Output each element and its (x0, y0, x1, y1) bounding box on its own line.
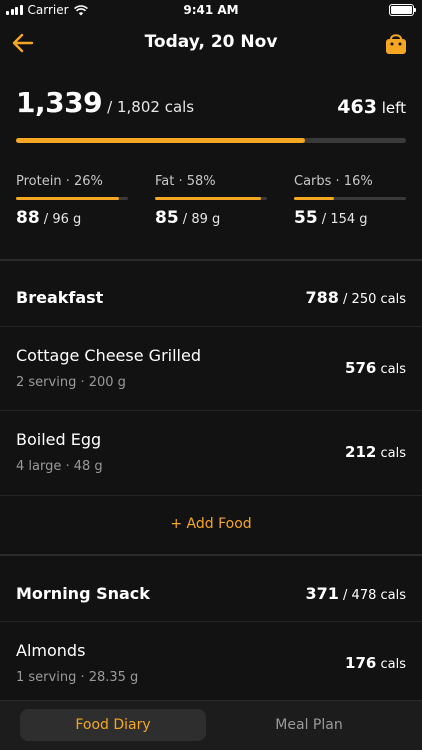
macro-progress-bar (294, 197, 406, 200)
macro-progress-fill (155, 197, 262, 200)
meal-header-morning-snack[interactable]: Morning Snack 371 / 478 cals (0, 570, 422, 622)
basket-icon[interactable] (384, 30, 408, 56)
status-time: 9:41 AM (183, 3, 239, 17)
macros-row: Protein · 26% 88 / 96 g Fat · 58% 85 / 8… (16, 174, 406, 228)
food-detail: 4 large · 48 g (16, 459, 103, 474)
tab-meal-plan[interactable]: Meal Plan (216, 709, 402, 741)
macro-label: Protein · 26% (16, 174, 103, 189)
calories-remaining-label: left (376, 99, 406, 117)
food-name: Boiled Egg (16, 430, 102, 449)
food-calories: 176 cals (345, 654, 406, 672)
macro-fat: Fat · 58% 85 / 89 g (155, 174, 267, 228)
calorie-summary: 1,339 / 1,802 cals 463 left (16, 86, 406, 119)
macro-progress-fill (294, 197, 335, 200)
food-detail: 2 serving · 200 g (16, 375, 126, 390)
macro-protein: Protein · 26% 88 / 96 g (16, 174, 128, 228)
add-food-button[interactable]: + Add Food (0, 495, 422, 553)
food-name: Cottage Cheese Grilled (16, 346, 201, 365)
food-row[interactable]: Boiled Egg 4 large · 48 g 212 cals (0, 410, 422, 494)
meal-calories: 371 / 478 cals (305, 584, 407, 603)
macro-progress-bar (155, 197, 267, 200)
macro-carbs: Carbs · 16% 55 / 154 g (294, 174, 406, 228)
macro-label: Fat · 58% (155, 174, 216, 189)
calories-remaining: 463 left (337, 96, 406, 118)
calories-goal: / 1,802 cals (107, 98, 195, 116)
food-row[interactable]: Cottage Cheese Grilled 2 serving · 200 g… (0, 326, 422, 410)
calories-remaining-value: 463 (337, 96, 377, 118)
food-name: Almonds (16, 641, 86, 660)
meal-calories: 788 / 250 cals (305, 288, 407, 307)
food-calories: 212 cals (345, 443, 406, 461)
meal-name: Breakfast (16, 288, 104, 307)
meal-name: Morning Snack (16, 584, 150, 603)
calorie-progress-bar (16, 138, 406, 143)
calories-consumed: 1,339 (16, 86, 103, 119)
macro-progress-bar (16, 197, 128, 200)
macro-amount: 85 / 89 g (155, 208, 221, 228)
header: Today, 20 Nov (0, 24, 422, 64)
calorie-progress-fill (16, 138, 305, 143)
food-detail: 1 serving · 28.35 g (16, 670, 139, 685)
macro-label: Carbs · 16% (294, 174, 373, 189)
macro-progress-fill (16, 197, 120, 200)
meal-header-breakfast[interactable]: Breakfast 788 / 250 cals (0, 274, 422, 326)
section-divider (0, 259, 422, 261)
battery-icon (389, 4, 416, 16)
tab-food-diary[interactable]: Food Diary (20, 709, 206, 741)
section-divider (0, 554, 422, 556)
food-calories: 576 cals (345, 359, 406, 377)
page-title: Today, 20 Nov (144, 32, 278, 52)
macro-amount: 55 / 154 g (294, 208, 368, 228)
bottom-tab-bar: Food Diary Meal Plan (0, 700, 422, 750)
status-bar: Carrier 9:41 AM (0, 0, 422, 22)
macro-amount: 88 / 96 g (16, 208, 82, 228)
food-row[interactable]: Almonds 1 serving · 28.35 g 176 cals (0, 621, 422, 705)
